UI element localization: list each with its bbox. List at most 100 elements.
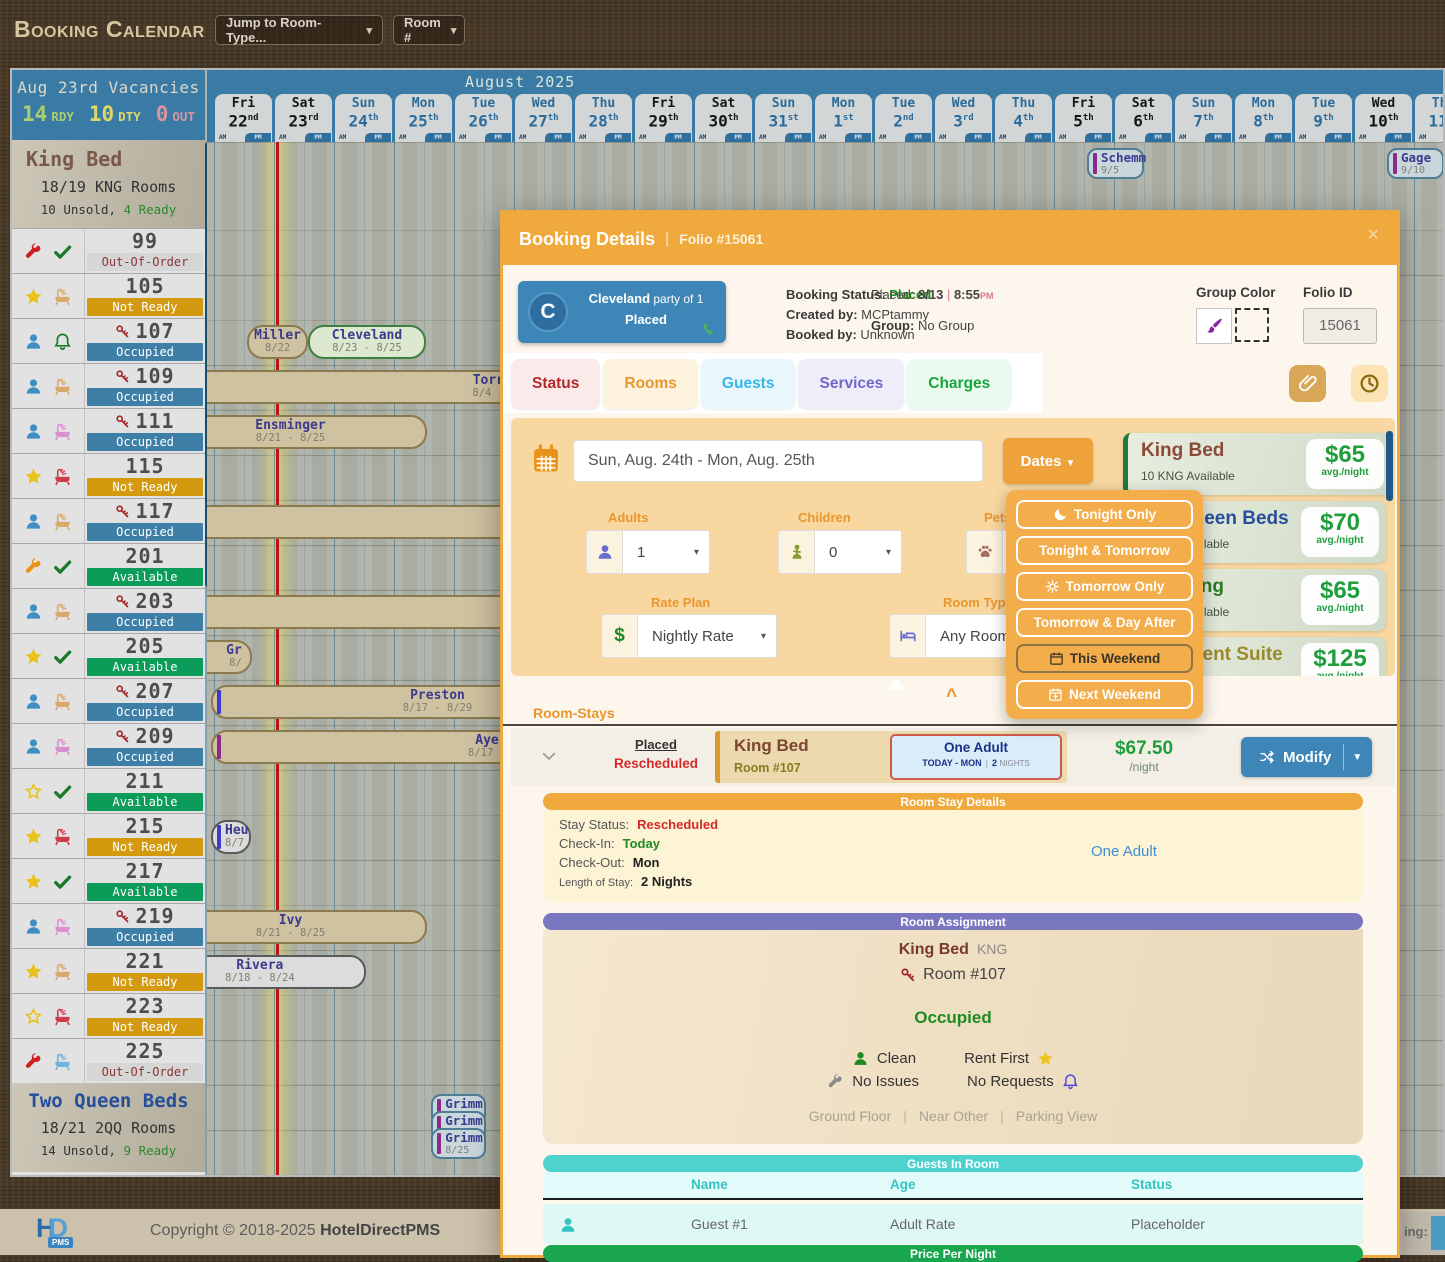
- stay-occupancy-box[interactable]: One Adult Today - Mon|2 nights: [890, 734, 1062, 780]
- stay-room-card[interactable]: King Bed Room #107 One Adult Today - Mon…: [715, 731, 1067, 783]
- day-tab-fri-22[interactable]: Fri22ndAMPM: [215, 94, 272, 142]
- room-row-105[interactable]: 105Not Ready: [12, 273, 205, 318]
- booking-bar-rivera[interactable]: Rivera8/18 - 8/24: [207, 955, 366, 989]
- booking-guest-name: Cleveland: [332, 329, 402, 343]
- day-tab-sun-7[interactable]: Sun7thAMPM: [1175, 94, 1232, 142]
- day-tab-thu-28[interactable]: Thu28thAMPM: [575, 94, 632, 142]
- room-row-117[interactable]: 117Occupied: [12, 498, 205, 543]
- room-row-215[interactable]: 215Not Ready: [12, 813, 205, 858]
- day-tab-mon-8[interactable]: Mon8thAMPM: [1235, 94, 1292, 142]
- room-row-109[interactable]: 109Occupied: [12, 363, 205, 408]
- day-tab-mon-25[interactable]: Mon25thAMPM: [395, 94, 452, 142]
- room-row-201[interactable]: 201Available: [12, 543, 205, 588]
- booking-bar-ivy[interactable]: Ivy8/21 - 8/25: [207, 910, 427, 944]
- room-type-section-king[interactable]: King Bed 18/19 KNG Rooms 10 Unsold, 4 Re…: [12, 140, 205, 228]
- room-number-select[interactable]: Room # ▾: [393, 15, 465, 45]
- folio-id-field[interactable]: 15061: [1303, 308, 1377, 344]
- day-tab-sun-24[interactable]: Sun24thAMPM: [335, 94, 392, 142]
- booking-bar-room-117[interactable]: [207, 505, 514, 539]
- close-icon[interactable]: ×: [1361, 223, 1385, 248]
- booking-bar-gr[interactable]: Gr8/: [207, 640, 252, 674]
- day-tab-wed-27[interactable]: Wed27thAMPM: [515, 94, 572, 142]
- room-row-223[interactable]: 223Not Ready: [12, 993, 205, 1038]
- date-range-input[interactable]: Sun, Aug. 24th - Mon, Aug. 25th: [573, 440, 983, 482]
- group-color-empty-swatch[interactable]: [1235, 308, 1269, 342]
- children-select[interactable]: 0▾: [778, 530, 902, 574]
- day-tab-tue-2[interactable]: Tue2ndAMPM: [875, 94, 932, 142]
- day-tab-wed-3[interactable]: Wed3rdAMPM: [935, 94, 992, 142]
- menu-option-next-weekend[interactable]: Next Weekend: [1016, 680, 1193, 709]
- menu-option-tomorrow-day-after[interactable]: Tomorrow & Day After: [1016, 608, 1193, 637]
- booking-bar-torr[interactable]: Torr8/4 -: [207, 370, 514, 404]
- dates-button[interactable]: Dates▼: [1003, 438, 1093, 484]
- day-tab-sat-6[interactable]: Sat6thAMPM: [1115, 94, 1172, 142]
- room-row-209[interactable]: 209Occupied: [12, 723, 205, 768]
- booking-bar-room-203[interactable]: [207, 595, 514, 629]
- day-tab-tue-9[interactable]: Tue9thAMPM: [1295, 94, 1352, 142]
- booking-bar-cleveland[interactable]: Cleveland8/23 - 8/25: [308, 325, 426, 359]
- booking-bar-ensminger[interactable]: Ensminger8/21 - 8/25: [207, 415, 427, 449]
- room-stay-row[interactable]: Placed Rescheduled King Bed Room #107 On…: [511, 728, 1395, 786]
- room-row-217[interactable]: 217Available: [12, 858, 205, 903]
- menu-option-tomorrow-only[interactable]: Tomorrow Only: [1016, 572, 1193, 601]
- room-state-icons: [12, 454, 85, 498]
- room-number: 207: [85, 679, 205, 703]
- star-icon: [1037, 1050, 1054, 1067]
- star-o-icon: [24, 1007, 43, 1026]
- tab-charges[interactable]: Charges: [907, 359, 1011, 409]
- room-row-221[interactable]: 221Not Ready: [12, 948, 205, 993]
- adults-select[interactable]: 1▾: [586, 530, 710, 574]
- room-row-107[interactable]: 107Occupied: [12, 318, 205, 363]
- tab-guests[interactable]: Guests: [701, 359, 796, 409]
- menu-option-this-weekend[interactable]: This Weekend: [1016, 644, 1193, 673]
- chevron-down-icon[interactable]: [541, 748, 557, 764]
- day-tab-sat-30[interactable]: Sat30thAMPM: [695, 94, 752, 142]
- room-type-scrollbar[interactable]: [1386, 431, 1393, 501]
- room-row-205[interactable]: 205Available: [12, 633, 205, 678]
- room-row-219[interactable]: 219Occupied: [12, 903, 205, 948]
- tab-services[interactable]: Services: [798, 359, 904, 409]
- room-row-211[interactable]: 211Available: [12, 768, 205, 813]
- room-row-115[interactable]: 115Not Ready: [12, 453, 205, 498]
- booking-bar-miller[interactable]: Miller8/22: [247, 325, 308, 359]
- day-tab-thu-11[interactable]: Thu11thAMPM: [1415, 94, 1445, 142]
- day-tab-mon-1[interactable]: Mon1stAMPM: [815, 94, 872, 142]
- room-row-99[interactable]: 99Out-Of-Order: [12, 228, 205, 273]
- room-row-225[interactable]: 225Out-Of-Order: [12, 1038, 205, 1083]
- day-tab-thu-4[interactable]: Thu4thAMPM: [995, 94, 1052, 142]
- day-tab-tue-26[interactable]: Tue26thAMPM: [455, 94, 512, 142]
- guest-card[interactable]: C Cleveland party of 1 Placed: [518, 281, 726, 343]
- room-type-section-queen[interactable]: Two Queen Beds 18/21 2QQ Rooms 14 Unsold…: [12, 1083, 205, 1172]
- room-state-icons: [12, 364, 85, 408]
- modify-button[interactable]: Modify ▼: [1241, 737, 1372, 777]
- room-row-111[interactable]: 111Occupied: [12, 408, 205, 453]
- booking-bar-heu[interactable]: Heu8/7: [211, 820, 251, 854]
- attachment-button[interactable]: [1289, 365, 1326, 402]
- chevron-down-icon[interactable]: ▼: [1352, 752, 1362, 763]
- tab-rooms[interactable]: Rooms: [603, 359, 698, 409]
- tab-status[interactable]: Status: [511, 359, 600, 409]
- room-type-jump-select[interactable]: Jump to Room-Type... ▾: [215, 15, 383, 45]
- guest-row[interactable]: Guest #1Adult RatePlaceholder: [543, 1204, 1363, 1244]
- room-row-207[interactable]: 207Occupied: [12, 678, 205, 723]
- group-color-swatch[interactable]: [1196, 308, 1232, 344]
- menu-option-tonight-only[interactable]: Tonight Only: [1016, 500, 1193, 529]
- day-tab-fri-29[interactable]: Fri29thAMPM: [635, 94, 692, 142]
- day-tab-sat-23[interactable]: Sat23rdAMPM: [275, 94, 332, 142]
- details-occupancy[interactable]: One Adult: [1091, 843, 1157, 860]
- booking-bar-grimm[interactable]: Grimm8/25: [431, 1128, 486, 1159]
- person-icon: [852, 1050, 869, 1067]
- collapse-icon[interactable]: ^: [946, 686, 957, 708]
- booking-bar-gage[interactable]: Gage9/10: [1387, 148, 1444, 179]
- day-tab-wed-10[interactable]: Wed10thAMPM: [1355, 94, 1412, 142]
- day-tab-sun-31[interactable]: Sun31stAMPM: [755, 94, 812, 142]
- history-button[interactable]: [1351, 365, 1388, 402]
- room-row-203[interactable]: 203Occupied: [12, 588, 205, 633]
- rate-plan-select[interactable]: $Nightly Rate▾: [601, 614, 777, 658]
- room-number: 225: [85, 1039, 205, 1063]
- day-tab-fri-5[interactable]: Fri5thAMPM: [1055, 94, 1112, 142]
- group-color-mark: [217, 825, 221, 849]
- booking-bar-schemm[interactable]: Schemm9/5: [1087, 148, 1144, 179]
- menu-option-tonight-tomorrow[interactable]: Tonight & Tomorrow: [1016, 536, 1193, 565]
- room-type-card-king-bed[interactable]: King Bed10 KNG Available$65avg./night: [1123, 433, 1391, 495]
